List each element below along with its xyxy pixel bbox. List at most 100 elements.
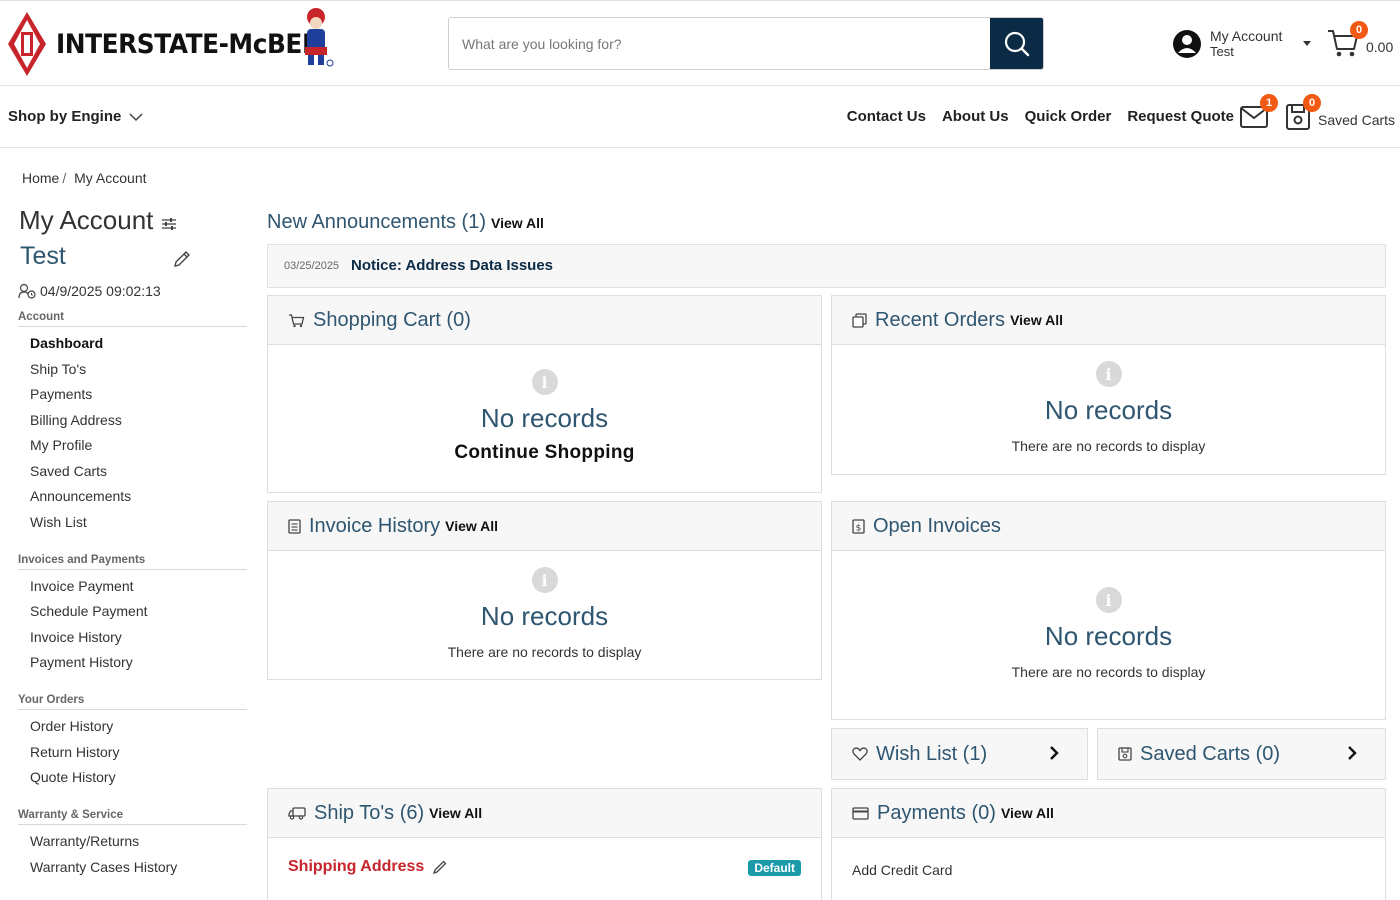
nav-link-contact-us[interactable]: Contact Us bbox=[847, 108, 926, 125]
ship-tos-card: Ship To's (6) View All Shipping Address D… bbox=[267, 788, 822, 900]
shipping-address-heading: Shipping Address bbox=[288, 858, 448, 876]
save-icon bbox=[1118, 747, 1132, 761]
sidebar-item-my-profile[interactable]: My Profile bbox=[30, 437, 92, 453]
saved-carts-nav-label: Saved Carts bbox=[1318, 112, 1396, 128]
sliders-icon[interactable] bbox=[161, 217, 177, 231]
last-login-time: 04/9/2025 09:02:13 bbox=[40, 283, 161, 299]
user-clock-icon bbox=[18, 283, 36, 299]
messages-count-badge: 1 bbox=[1260, 94, 1278, 112]
info-icon: i bbox=[531, 567, 558, 593]
shop-by-engine-menu[interactable]: Shop by Engine bbox=[8, 108, 143, 125]
sidebar-item-return-history[interactable]: Return History bbox=[30, 744, 119, 760]
nav-link-about-us[interactable]: About Us bbox=[942, 108, 1009, 125]
shopping-cart-title: Shopping Cart (0) bbox=[313, 308, 471, 331]
wish-list-card[interactable]: Wish List (1) bbox=[831, 728, 1088, 780]
cart-total: 0.00 bbox=[1366, 39, 1394, 55]
sidebar-section-warranty: Warranty & Service bbox=[18, 809, 247, 825]
wish-list-title: Wish List (1) bbox=[876, 742, 988, 765]
payments-title: Payments (0) bbox=[877, 801, 996, 824]
heart-icon bbox=[852, 747, 868, 761]
invoice-history-card: Invoice History View All i No records The… bbox=[267, 501, 822, 680]
recent-orders-view-all-link[interactable]: View All bbox=[1010, 312, 1063, 328]
sidebar-section-orders: Your Orders bbox=[18, 694, 247, 710]
messages-button[interactable]: 1 bbox=[1240, 94, 1278, 130]
cart-count-badge: 0 bbox=[1350, 21, 1368, 39]
add-credit-card-link[interactable]: Add Credit Card bbox=[852, 862, 952, 878]
ship-tos-view-all-link[interactable]: View All bbox=[429, 805, 482, 821]
sidebar-section-account: Account bbox=[18, 311, 247, 327]
search-button[interactable] bbox=[990, 18, 1043, 69]
sidebar-item-dashboard[interactable]: Dashboard bbox=[30, 335, 103, 351]
account-label: My Account bbox=[1210, 28, 1283, 44]
sidebar-user-name: Test bbox=[20, 242, 66, 270]
announcements-view-all-link[interactable]: View All bbox=[491, 215, 544, 231]
breadcrumb: Home / My Account bbox=[22, 170, 147, 186]
announcements-title: New Announcements (1) bbox=[267, 211, 487, 233]
sidebar-item-wish-list[interactable]: Wish List bbox=[30, 514, 87, 530]
cart-icon bbox=[289, 313, 305, 327]
sidebar-item-payments[interactable]: Payments bbox=[30, 386, 92, 402]
truck-icon bbox=[288, 807, 306, 820]
sidebar-item-quote-history[interactable]: Quote History bbox=[30, 769, 116, 785]
sidebar-item-saved-carts[interactable]: Saved Carts bbox=[30, 463, 107, 479]
invoice-history-empty-text: No records bbox=[480, 601, 609, 631]
cart-button[interactable]: 0 0.00 bbox=[1326, 21, 1396, 61]
info-icon: i bbox=[1095, 361, 1122, 387]
info-icon: i bbox=[531, 369, 558, 395]
payments-view-all-link[interactable]: View All bbox=[1001, 805, 1054, 821]
sidebar-item-payment-history[interactable]: Payment History bbox=[30, 654, 133, 670]
sidebar-item-schedule-payment[interactable]: Schedule Payment bbox=[30, 603, 148, 619]
copy-icon bbox=[852, 312, 867, 328]
sidebar-item-order-history[interactable]: Order History bbox=[30, 718, 113, 734]
open-invoices-card: $ Open Invoices i No records There are n… bbox=[831, 501, 1386, 720]
sidebar-title: My Account bbox=[19, 205, 177, 236]
announcement-text[interactable]: Notice: Address Data Issues bbox=[351, 257, 553, 274]
breadcrumb-current: My Account bbox=[74, 170, 147, 186]
sidebar-title-text: My Account bbox=[19, 205, 154, 235]
invoice-history-view-all-link[interactable]: View All bbox=[445, 518, 498, 534]
pencil-icon[interactable] bbox=[432, 859, 448, 875]
edit-profile-icon[interactable] bbox=[172, 249, 192, 269]
recent-orders-card: Recent Orders View All i No records There… bbox=[831, 295, 1386, 475]
search-input[interactable] bbox=[449, 18, 991, 69]
shopping-cart-card: Shopping Cart (0) i No records Continue … bbox=[267, 295, 822, 493]
sidebar-item-warranty-cases-history[interactable]: Warranty Cases History bbox=[30, 859, 177, 875]
sidebar-item-invoice-payment[interactable]: Invoice Payment bbox=[30, 578, 134, 594]
saved-carts-title: Saved Carts (0) bbox=[1140, 742, 1281, 765]
mascot-icon bbox=[296, 3, 336, 69]
nav-link-request-quote[interactable]: Request Quote bbox=[1127, 108, 1234, 125]
search-bar bbox=[448, 17, 1044, 70]
sidebar-item-invoice-history[interactable]: Invoice History bbox=[30, 629, 122, 645]
nav-link-quick-order[interactable]: Quick Order bbox=[1025, 108, 1112, 125]
announcement-date: 03/25/2025 bbox=[284, 260, 340, 272]
shopping-cart-empty-text: No records bbox=[480, 403, 609, 433]
shop-by-engine-label: Shop by Engine bbox=[8, 108, 122, 125]
announcement-item[interactable]: 03/25/2025 Notice: Address Data Issues bbox=[267, 244, 1386, 288]
main-nav: Shop by Engine Contact Us About Us Quick… bbox=[0, 86, 1400, 148]
caret-down-icon bbox=[1303, 41, 1311, 46]
invoice-dollar-icon: $ bbox=[852, 518, 865, 534]
sidebar-item-warranty-returns[interactable]: Warranty/Returns bbox=[30, 833, 139, 849]
sidebar-section-invoices: Invoices and Payments bbox=[18, 554, 247, 570]
open-invoices-empty-sub: There are no records to display bbox=[1011, 664, 1206, 680]
info-icon: i bbox=[1095, 587, 1122, 613]
search-icon bbox=[1004, 31, 1029, 56]
brand-logo[interactable]: INTERSTATE-McBEE bbox=[6, 9, 336, 79]
logo-diamond-icon bbox=[6, 10, 48, 78]
sidebar-item-announcements[interactable]: Announcements bbox=[30, 488, 131, 504]
user-icon bbox=[1173, 30, 1201, 58]
sidebar-item-ship-tos[interactable]: Ship To's bbox=[30, 361, 86, 377]
breadcrumb-home[interactable]: Home bbox=[22, 170, 59, 186]
chevron-down-icon bbox=[129, 112, 143, 121]
brand-name: INTERSTATE-McBEE bbox=[56, 28, 319, 60]
account-menu[interactable]: My Account Test bbox=[1172, 25, 1312, 63]
sidebar-item-billing-address[interactable]: Billing Address bbox=[30, 412, 122, 428]
open-invoices-title: Open Invoices bbox=[873, 514, 1001, 537]
recent-orders-empty-sub: There are no records to display bbox=[1011, 438, 1206, 454]
saved-carts-card[interactable]: Saved Carts (0) bbox=[1097, 728, 1386, 780]
chevron-right-icon bbox=[1348, 746, 1357, 760]
continue-shopping-link[interactable]: Continue Shopping bbox=[268, 442, 821, 464]
breadcrumb-separator: / bbox=[62, 170, 67, 186]
recent-orders-title: Recent Orders bbox=[875, 308, 1006, 331]
saved-carts-nav-button[interactable]: 0 Saved Carts bbox=[1286, 94, 1396, 132]
